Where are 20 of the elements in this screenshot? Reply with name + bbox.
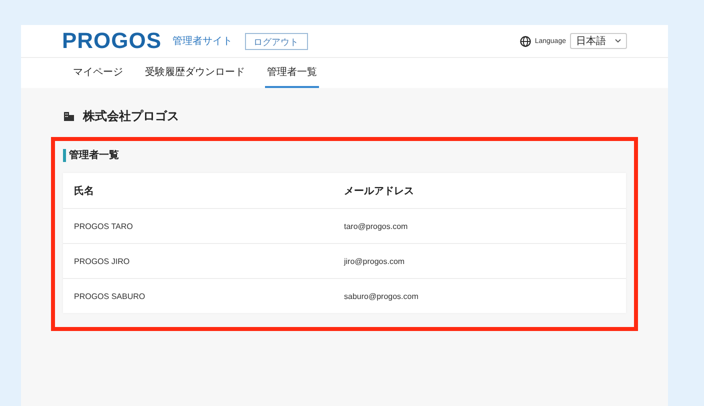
company-name: 株式会社プロゴス	[83, 108, 179, 125]
section-title: 管理者一覧	[63, 149, 626, 162]
column-header: 氏名	[74, 184, 95, 198]
table-cell-text: PROGOS JIRO	[74, 256, 131, 266]
table-cell-text: jiro@progos.com	[344, 256, 406, 266]
table-cell-text: saburo@progos.com	[344, 292, 420, 300]
logo: PROGOS	[62, 28, 162, 54]
table-cell-text: PROGOS SABURO	[74, 292, 146, 300]
nav-tab[interactable]: 管理者一覧	[265, 58, 319, 88]
logout-button[interactable]: ログアウト	[244, 32, 308, 50]
language-select[interactable]: 日本語	[570, 33, 627, 49]
table-cell-text: taro@progos.com	[344, 222, 409, 230]
globe-icon	[520, 36, 531, 46]
column-header: メールアドレス	[344, 184, 415, 198]
nav-tab[interactable]: マイページ	[71, 58, 125, 88]
table-cell-text: PROGOS TARO	[74, 222, 134, 230]
nav-tab[interactable]: 受験履歴ダウンロード	[143, 58, 247, 88]
building-icon	[64, 112, 74, 121]
site-label: 管理者サイト	[172, 34, 233, 48]
chevron-down-icon	[615, 39, 621, 43]
